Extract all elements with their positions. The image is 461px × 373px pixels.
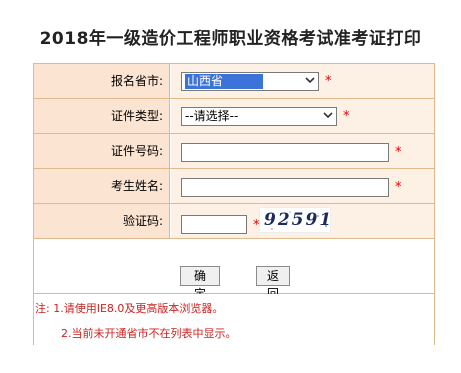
required-mark: * <box>325 74 332 89</box>
id-number-row: 证件号码: * <box>34 134 434 169</box>
back-button[interactable]: 返 回 <box>256 266 290 301</box>
captcha-row: 验证码: * 92591 <box>34 204 434 239</box>
page-title: 2018年一级造价工程师职业资格考试准考证打印 <box>39 29 422 49</box>
note-line-2: 2.当前未开通省市不在列表中显示。 <box>61 327 237 340</box>
id-type-label: 证件类型: <box>34 99 170 133</box>
province-select[interactable]: 山西省 <box>181 72 319 91</box>
id-number-label: 证件号码: <box>34 134 170 168</box>
print-form: 报名省市: 山西省 * 证件类型: --请选择-- * 证件号码: * 考生姓名… <box>33 63 435 346</box>
province-label: 报名省市: <box>34 64 170 98</box>
id-type-select[interactable]: --请选择-- <box>181 107 337 126</box>
province-field-cell: 山西省 * <box>171 64 434 98</box>
captcha-label: 验证码: <box>34 204 170 238</box>
note-line-1: 注: 1.请使用IE8.0及更高版本浏览器。 <box>35 302 224 315</box>
id-number-input[interactable] <box>181 143 389 162</box>
province-row: 报名省市: 山西省 * <box>34 64 434 99</box>
id-type-field-cell: --请选择-- * <box>171 99 434 133</box>
name-row: 考生姓名: * <box>34 169 434 204</box>
captcha-image-text: 92591 <box>264 210 334 230</box>
confirm-button[interactable]: 确 定 <box>180 266 220 301</box>
chevron-down-icon[interactable] <box>319 108 336 125</box>
captcha-image[interactable]: 92591 <box>259 207 331 233</box>
name-field-cell: * <box>171 169 434 203</box>
required-mark: * <box>395 145 402 160</box>
button-area: 确 定 返 回 <box>34 239 434 301</box>
chevron-down-icon[interactable] <box>301 73 318 90</box>
captcha-input[interactable] <box>181 215 247 234</box>
id-number-field-cell: * <box>171 134 434 168</box>
name-input[interactable] <box>181 178 389 197</box>
id-type-selected-value: --请选择-- <box>185 109 239 123</box>
required-mark: * <box>343 109 350 124</box>
captcha-field-cell: * 92591 <box>171 204 434 238</box>
province-selected-value: 山西省 <box>185 74 264 89</box>
required-mark: * <box>395 180 402 195</box>
name-label: 考生姓名: <box>34 169 170 203</box>
notes: 注: 1.请使用IE8.0及更高版本浏览器。 2.当前未开通省市不在列表中显示。 <box>34 294 434 346</box>
id-type-row: 证件类型: --请选择-- * <box>34 99 434 134</box>
